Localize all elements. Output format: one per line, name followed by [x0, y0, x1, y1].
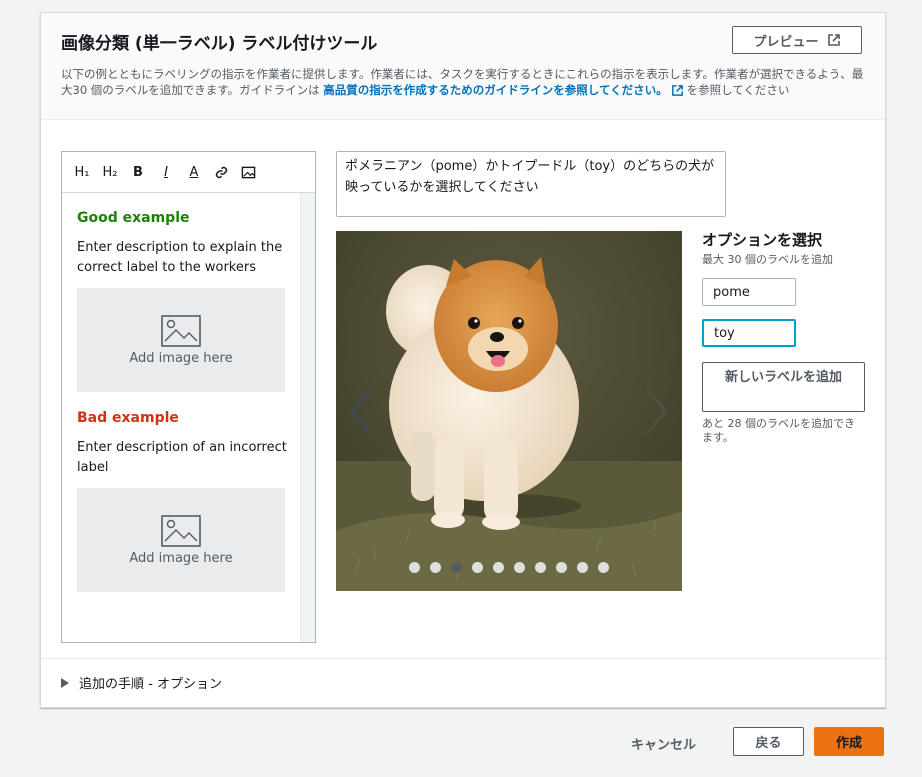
carousel-dots: [336, 562, 682, 573]
carousel-prev-icon[interactable]: [348, 386, 376, 436]
editor-content: Good example Enter description to explai…: [77, 210, 287, 610]
guidelines-link[interactable]: 高品質の指示を作成するためのガイドラインを参照してください。: [323, 83, 667, 97]
editor-scrollbar[interactable]: [300, 193, 315, 642]
carousel-dot[interactable]: [430, 562, 441, 573]
carousel-next-icon[interactable]: [642, 386, 670, 436]
preview-label: プレビュー: [753, 34, 819, 50]
panel-header: 画像分類 (単一ラベル) ラベル付けツール プレビュー 以下の例とともにラベリン…: [41, 13, 885, 120]
cancel-button[interactable]: キャンセル: [631, 734, 696, 753]
preview-button[interactable]: プレビュー: [732, 26, 862, 54]
pomeranian-photo: [336, 231, 682, 591]
link-icon[interactable]: [214, 165, 229, 180]
external-link-icon: [671, 85, 683, 96]
bad-image-placeholder[interactable]: Add image here: [77, 488, 285, 592]
additional-instructions-row: 追加の手順 - オプション: [41, 658, 885, 707]
image-icon: [161, 514, 201, 547]
carousel-dot[interactable]: [598, 562, 609, 573]
remaining-labels-text: あと 28 個のラベルを追加できます。: [702, 417, 855, 444]
caret-right-icon: [61, 677, 69, 688]
label-input-toy[interactable]: toy: [702, 319, 796, 347]
bad-example-text: Enter description of an incorrect label: [77, 440, 287, 475]
additional-instructions-label: 追加の手順 - オプション: [79, 677, 222, 692]
carousel-dot[interactable]: [535, 562, 546, 573]
italic-button[interactable]: I: [158, 165, 174, 180]
carousel-dot[interactable]: [514, 562, 525, 573]
good-example-text: Enter description to explain the correct…: [77, 240, 283, 275]
external-link-icon: [827, 34, 840, 46]
add-image-label: Add image here: [129, 550, 233, 566]
instruction-editor[interactable]: H₁ H₂ B I A Good example Enter descripti…: [61, 151, 316, 643]
dog-image-carousel: [336, 231, 682, 591]
labeling-tool-panel: 画像分類 (単一ラベル) ラベル付けツール プレビュー 以下の例とともにラベリン…: [40, 12, 886, 708]
label-input-pome[interactable]: pome: [702, 278, 796, 306]
description: 以下の例とともにラベリングの指示を作業者に提供します。作業者には、タスクを実行す…: [61, 66, 865, 98]
add-label-button[interactable]: 新しいラベルを追加: [702, 362, 865, 412]
add-image-label: Add image here: [129, 350, 233, 366]
carousel-dot[interactable]: [472, 562, 483, 573]
page-title: 画像分類 (単一ラベル) ラベル付けツール: [61, 34, 378, 54]
bad-example-heading: Bad example: [77, 410, 179, 426]
editor-toolbar: H₁ H₂ B I A: [62, 152, 315, 193]
good-example-heading: Good example: [77, 210, 190, 226]
image-insert-icon[interactable]: [241, 165, 256, 180]
image-icon: [161, 314, 201, 347]
question-textarea[interactable]: ポメラニアン（pome）かトイプードル（toy）のどちらの犬が映っているかを選択…: [336, 151, 726, 217]
description-text-2: を参照してください: [686, 83, 790, 97]
options-subtitle: 最大 30 個のラベルを追加: [702, 253, 833, 266]
additional-instructions-toggle[interactable]: 追加の手順 - オプション: [61, 673, 222, 692]
options-title: オプションを選択: [702, 231, 823, 249]
create-button[interactable]: 作成: [814, 727, 884, 756]
carousel-dot-active[interactable]: [451, 562, 462, 573]
bold-button[interactable]: B: [130, 165, 146, 180]
back-button[interactable]: 戻る: [733, 727, 804, 756]
heading1-button[interactable]: H₁: [74, 165, 90, 180]
carousel-dot[interactable]: [409, 562, 420, 573]
text-color-button[interactable]: A: [186, 165, 202, 180]
carousel-dot[interactable]: [577, 562, 588, 573]
carousel-dot[interactable]: [493, 562, 504, 573]
heading2-button[interactable]: H₂: [102, 165, 118, 180]
carousel-dot[interactable]: [556, 562, 567, 573]
good-image-placeholder[interactable]: Add image here: [77, 288, 285, 392]
